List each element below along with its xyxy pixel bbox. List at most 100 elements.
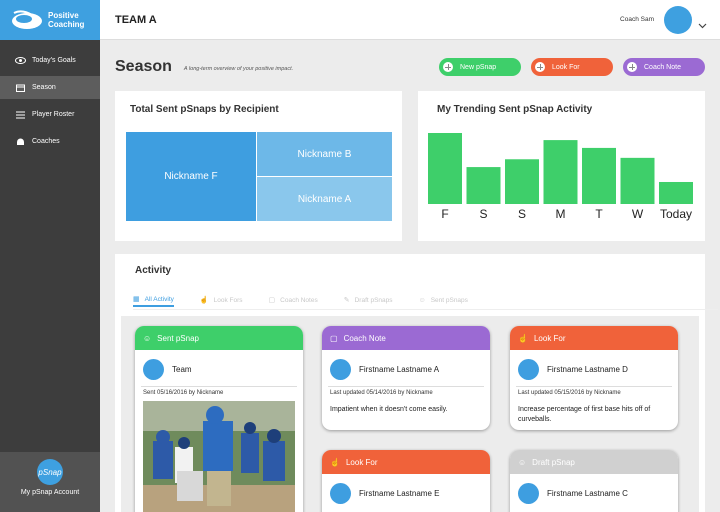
feed-card-look-for[interactable]: ☝ Look For Firstname Lastname D Last upd… <box>510 326 678 430</box>
treemap-block-a[interactable]: Nickname A <box>257 177 392 221</box>
note-icon: ▢ <box>268 297 276 304</box>
sidebar-item-label: Today's Goals <box>32 57 76 64</box>
smile-icon: ☺ <box>518 457 527 467</box>
feed-card-header: ☝ Look For <box>322 450 490 474</box>
feed-card-header: ▢ Coach Note <box>322 326 490 350</box>
tab-sent-psnaps[interactable]: ☺ Sent pSnaps <box>419 293 468 307</box>
coach-note-button[interactable]: Coach Note <box>623 58 705 76</box>
sidebar: Positive Coaching Today's Goals Season P… <box>0 0 100 512</box>
sidebar-nav: Today's Goals Season Player Roster Coach… <box>0 40 100 153</box>
feed-recipient: Firstname Lastname C <box>510 474 678 506</box>
activity-tabs: ▦ All Activity ☝ Look Fors ▢ Coach Notes ✎ D… <box>133 293 494 307</box>
brand-header[interactable]: Positive Coaching <box>0 0 100 40</box>
feed-recipient: Team <box>135 350 303 382</box>
feed-card-header: ☺ Sent pSnap <box>135 326 303 350</box>
plus-icon <box>443 62 453 72</box>
tab-look-fors[interactable]: ☝ Look Fors <box>200 293 243 307</box>
plus-icon <box>627 62 637 72</box>
look-for-icon: ☝ <box>518 333 528 343</box>
user-avatar[interactable] <box>664 5 692 34</box>
recipient-avatar <box>330 358 351 380</box>
grid-icon: ▦ <box>133 296 140 303</box>
sidebar-item-coaches[interactable]: Coaches <box>0 130 100 153</box>
bar-3[interactable] <box>543 140 578 204</box>
tab-coach-notes[interactable]: ▢ Coach Notes <box>269 293 318 307</box>
treemap-block-f[interactable]: Nickname F <box>126 132 256 221</box>
calendar-icon <box>14 84 26 92</box>
feed-meta: Last updated 05/14/2016 by Nickname <box>330 390 433 396</box>
tab-all-activity[interactable]: ▦ All Activity <box>133 293 174 307</box>
bar-label-0: F <box>441 207 448 221</box>
top-bar: TEAM A Coach Sam <box>100 0 720 40</box>
list-icon <box>14 111 26 119</box>
bar-label-6: Today <box>660 207 692 221</box>
look-for-icon: ☝ <box>199 297 209 304</box>
smile-icon: ☺ <box>143 333 152 343</box>
team-photo <box>143 401 295 512</box>
bar-5[interactable] <box>620 157 655 204</box>
treemap-block-b[interactable]: Nickname B <box>257 132 392 176</box>
bar-1[interactable] <box>466 167 501 204</box>
feed-card-header: ☺ Draft pSnap <box>510 450 678 474</box>
look-for-button[interactable]: Look For <box>531 58 613 76</box>
feed-text: Impatient when it doesn't come easily. <box>330 406 448 413</box>
recipient-name: Team <box>172 364 192 374</box>
bar-6[interactable] <box>659 181 693 204</box>
psnap-logo-icon: pSnap <box>37 459 63 485</box>
recipient-avatar <box>518 482 539 504</box>
sidebar-item-label: Coaches <box>32 138 60 145</box>
note-icon: ▢ <box>330 333 338 343</box>
sidebar-item-label: Season <box>32 84 56 91</box>
tab-divider <box>133 309 718 310</box>
look-for-icon: ☝ <box>330 457 340 467</box>
feed-text: Increase percentage of first base hits o… <box>518 406 651 423</box>
positive-coaching-logo-icon <box>10 9 44 31</box>
sidebar-item-season[interactable]: Season <box>0 76 100 99</box>
feed-recipient: Firstname Lastname A <box>322 350 490 382</box>
brand-name: Positive Coaching <box>48 11 85 29</box>
sidebar-item-label: Player Roster <box>32 111 75 118</box>
recipient-name: Firstname Lastname E <box>359 488 440 498</box>
helmet-icon <box>14 138 26 146</box>
recipient-avatar <box>330 482 351 504</box>
recipient-name: Firstname Lastname A <box>359 364 440 374</box>
recipient-treemap-card: Total Sent pSnaps by Recipient Nickname … <box>115 91 402 241</box>
psnap-account-label: My pSnap Account <box>20 489 80 496</box>
treemap: Nickname F Nickname B Nickname A <box>126 132 392 221</box>
new-psnap-button[interactable]: New pSnap <box>439 58 521 76</box>
eye-icon <box>14 57 26 64</box>
page-header: Season A long-term overview of your posi… <box>115 57 705 77</box>
smile-icon: ☺ <box>418 296 426 304</box>
trending-bar-chart: F S S M T W Today <box>428 133 693 221</box>
bar-label-4: T <box>595 207 603 221</box>
sidebar-item-todays-goals[interactable]: Today's Goals <box>0 49 100 72</box>
feed-card-sent-psnap[interactable]: ☺ Sent pSnap Team Sent 05/16/2016 by Nic… <box>135 326 303 512</box>
feed-recipient: Firstname Lastname D <box>510 350 678 382</box>
page-title: Season <box>115 58 172 75</box>
feed-meta: Last updated 05/15/2016 by Nickname <box>518 390 621 396</box>
bar-label-1: S <box>479 207 487 221</box>
sidebar-item-player-roster[interactable]: Player Roster <box>0 103 100 126</box>
recipient-name: Firstname Lastname C <box>547 488 628 498</box>
bar-2[interactable] <box>505 159 539 204</box>
plus-icon <box>535 62 545 72</box>
bar-label-3: M <box>556 207 566 221</box>
psnap-account[interactable]: pSnap My pSnap Account <box>0 452 100 512</box>
feed-meta: Sent 05/16/2016 by Nickname <box>143 390 224 396</box>
bar-label-2: S <box>518 207 526 221</box>
chevron-down-icon[interactable] <box>698 16 707 28</box>
feed-card-coach-note[interactable]: ▢ Coach Note Firstname Lastname A Last u… <box>322 326 490 430</box>
feed-card-draft-psnap[interactable]: ☺ Draft pSnap Firstname Lastname C <box>510 450 678 512</box>
bar-label-5: W <box>632 207 644 221</box>
tab-draft-psnaps[interactable]: ✎ Draft pSnaps <box>344 293 393 307</box>
bar-4[interactable] <box>582 147 616 204</box>
pencil-icon: ✎ <box>343 297 350 304</box>
bar-0[interactable] <box>428 133 462 204</box>
feed-card-look-for[interactable]: ☝ Look For Firstname Lastname E <box>322 450 490 512</box>
recipient-name: Firstname Lastname D <box>547 364 628 374</box>
recipient-avatar <box>518 358 539 380</box>
team-title: TEAM A <box>115 13 157 26</box>
trending-activity-card: My Trending Sent pSnap Activity F S S M T W To… <box>418 91 705 241</box>
page-subtitle: A long-term overview of your positive im… <box>183 66 294 72</box>
feed-recipient: Firstname Lastname E <box>322 474 490 506</box>
